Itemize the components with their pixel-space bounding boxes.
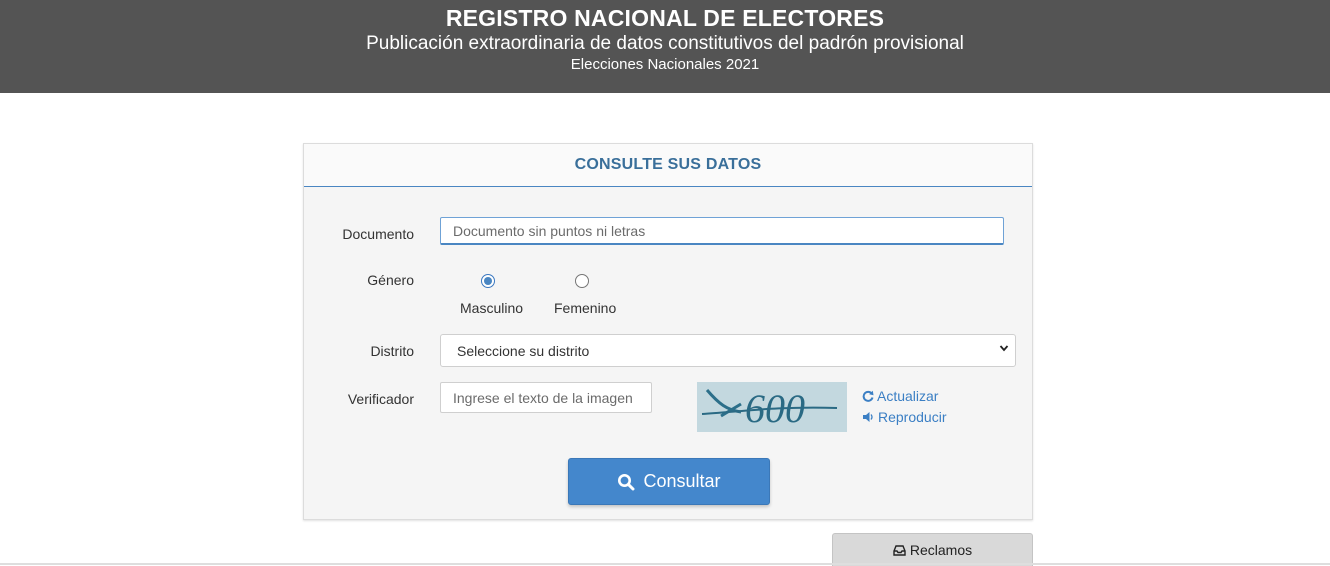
verificador-label: Verificador (347, 391, 414, 407)
refresh-icon (862, 390, 874, 402)
femenino-radio[interactable] (575, 274, 589, 288)
consultar-label: Consultar (643, 471, 721, 491)
refresh-captcha-link[interactable]: Actualizar (862, 388, 938, 404)
reclamos-label: Reclamos (909, 542, 973, 558)
verificador-input[interactable] (440, 382, 652, 413)
consult-panel: CONSULTE SUS DATOS Documento Género Masc… (303, 143, 1033, 520)
genero-label: Género (367, 272, 414, 288)
reclamos-button[interactable]: Reclamos (832, 533, 1033, 566)
site-header: REGISTRO NACIONAL DE ELECTORES Publicaci… (0, 0, 1330, 93)
site-subtitle: Publicación extraordinaria de datos cons… (366, 33, 964, 54)
volume-icon (863, 412, 873, 422)
election-name: Elecciones Nacionales 2021 (570, 56, 760, 73)
panel-header: CONSULTE SUS DATOS (304, 144, 1032, 187)
chevron-down-icon (999, 345, 1009, 352)
distrito-label: Distrito (370, 343, 414, 359)
captcha-image: 600 (697, 382, 847, 432)
audio-captcha-link[interactable]: Reproducir (862, 409, 946, 425)
femenino-label[interactable]: Femenino (554, 300, 616, 316)
search-icon (618, 473, 635, 490)
audio-label: Reproducir (878, 409, 947, 425)
panel-title: CONSULTE SUS DATOS (574, 156, 762, 173)
masculino-label[interactable]: Masculino (460, 300, 523, 316)
distrito-select[interactable]: Seleccione su distrito (440, 334, 1016, 367)
refresh-label: Actualizar (877, 388, 939, 404)
distrito-selected-value: Seleccione su distrito (457, 343, 590, 359)
inbox-icon (893, 544, 906, 556)
masculino-radio[interactable] (481, 274, 495, 288)
documento-input[interactable] (440, 217, 1004, 245)
documento-label: Documento (342, 226, 414, 242)
site-title: REGISTRO NACIONAL DE ELECTORES (445, 5, 885, 31)
consultar-button[interactable]: Consultar (568, 458, 770, 505)
svg-text:600: 600 (745, 386, 805, 431)
